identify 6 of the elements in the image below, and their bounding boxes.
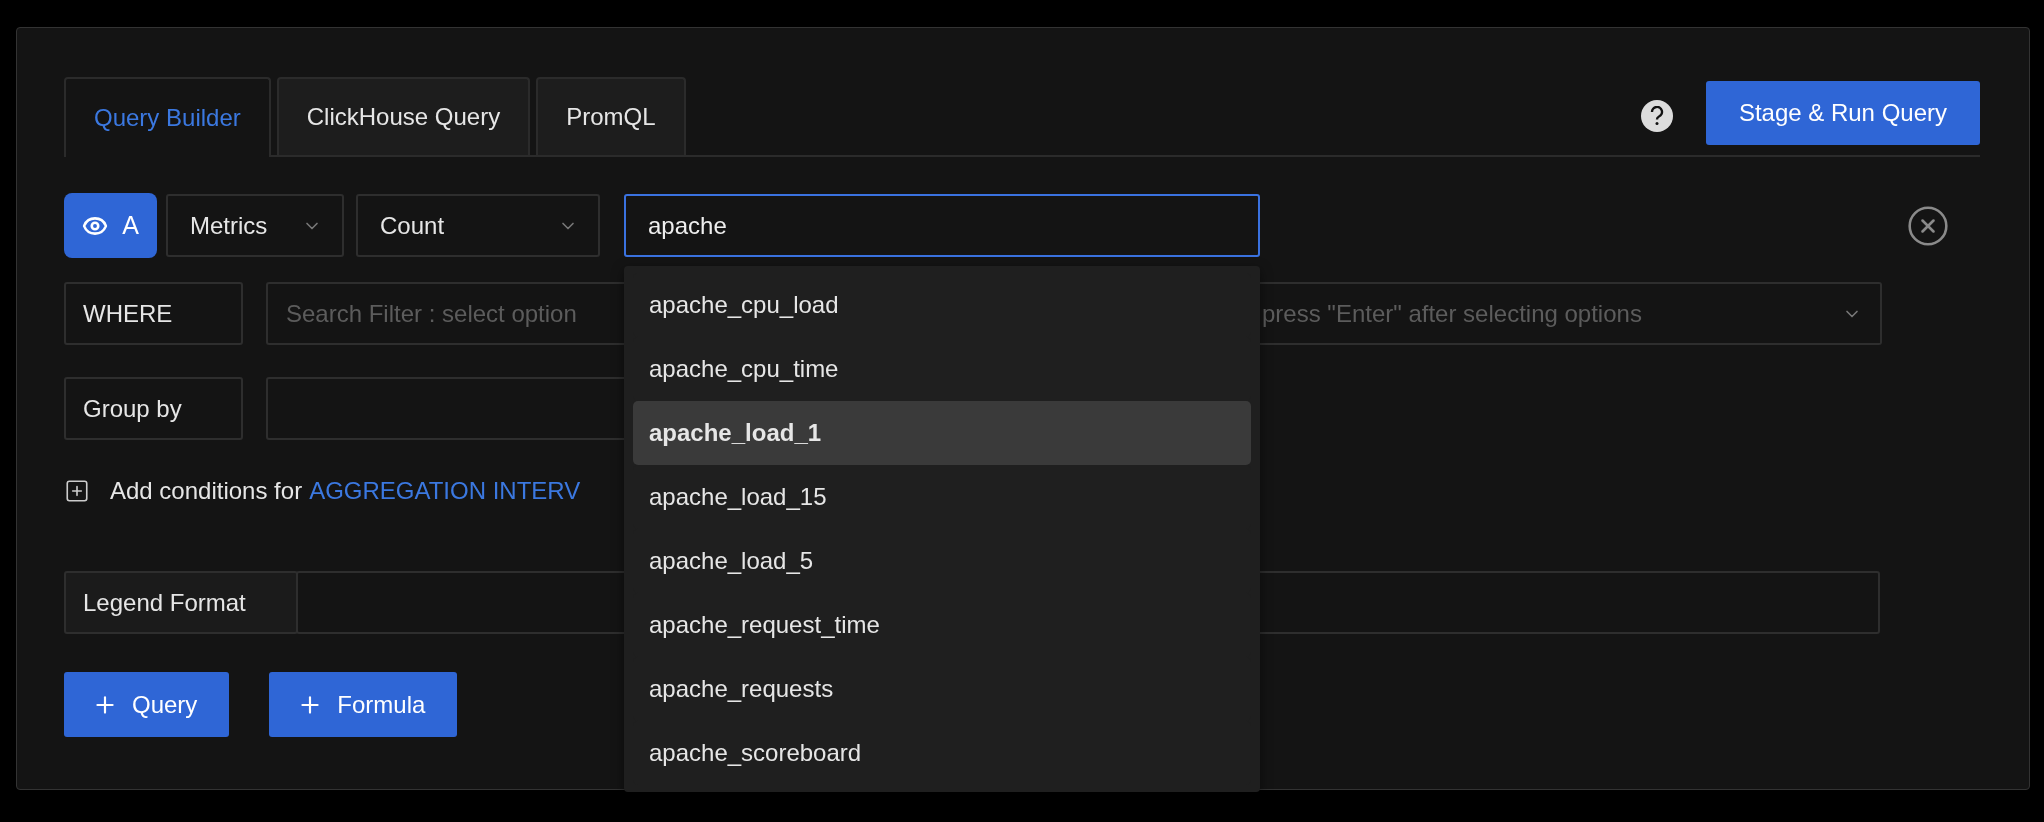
- filter-placeholder: Search Filter : select option: [286, 299, 577, 328]
- where-label: WHERE: [64, 282, 243, 345]
- conditions-text: Add conditions for: [110, 477, 303, 505]
- group-by-label: Group by: [64, 377, 243, 440]
- legend-format-label: Legend Format: [64, 571, 298, 634]
- filter-placeholder: press "Enter" after selecting options: [1262, 299, 1642, 328]
